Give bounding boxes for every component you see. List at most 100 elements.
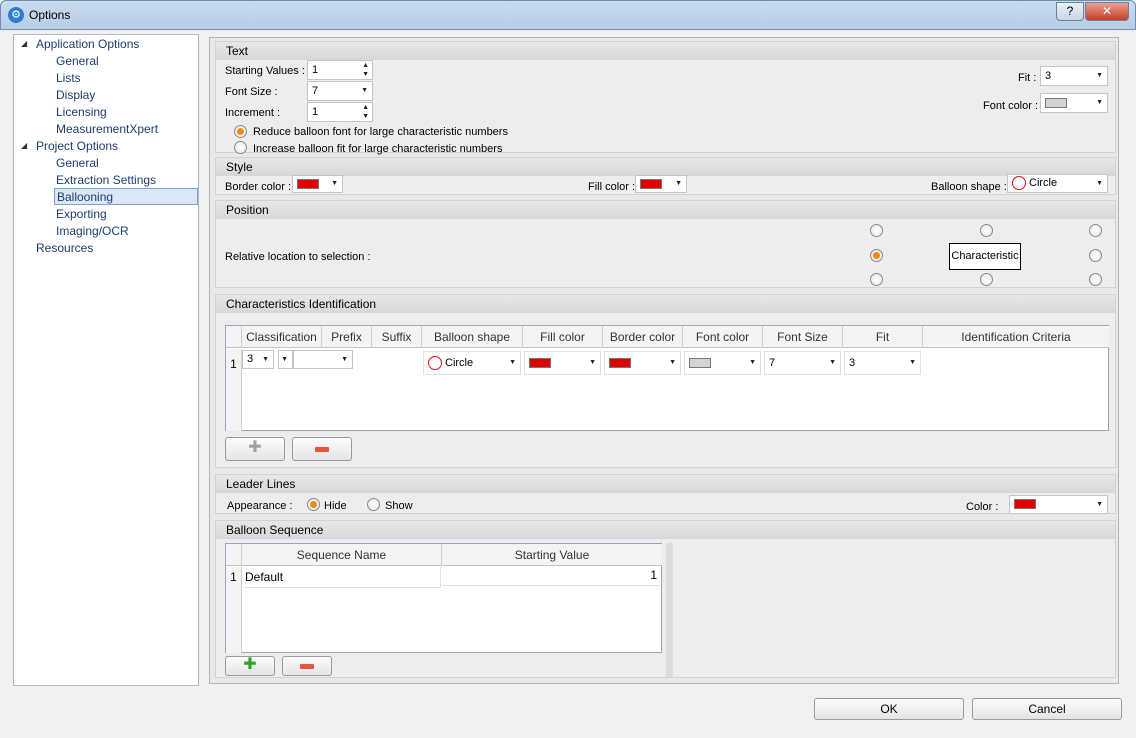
tree-item-licensing[interactable]: Licensing [56, 104, 107, 121]
chevron-down-icon[interactable]: ▼ [331, 176, 338, 192]
chevron-down-icon[interactable]: ▼ [909, 352, 916, 374]
chevron-down-icon[interactable]: ▼ [361, 82, 368, 100]
tree-item-measurementxpert[interactable]: MeasurementXpert [56, 121, 158, 138]
minus-icon [300, 664, 314, 670]
column-header-starting-value[interactable]: Starting Value [442, 544, 662, 566]
row-border-color-picker[interactable]: ▼ [604, 351, 681, 375]
tree-item-extraction-settings[interactable]: Extraction Settings [56, 172, 156, 189]
column-header-sequence-name[interactable]: Sequence Name [242, 544, 442, 566]
add-classification-button[interactable]: ✚ [225, 437, 285, 461]
starting-values-spinner[interactable]: 1 ▲ ▼ [307, 60, 373, 80]
chevron-down-icon[interactable]: ▼ [1096, 67, 1103, 85]
row-font-color-picker[interactable]: ▼ [684, 351, 761, 375]
position-top-right-radio[interactable] [1089, 224, 1102, 237]
spin-arrows-icon[interactable]: ▲ ▼ [362, 61, 369, 79]
prefix-dropdown[interactable]: ▼ [293, 350, 353, 369]
position-right-radio[interactable] [1089, 249, 1102, 262]
row-number: 1 [226, 567, 242, 653]
row-fit-dropdown[interactable]: 3 ▼ [844, 351, 921, 375]
position-left-radio[interactable] [870, 249, 883, 262]
remove-sequence-button[interactable] [282, 656, 332, 676]
chevron-down-icon[interactable]: ▼ [1096, 175, 1103, 192]
sequence-name-cell[interactable]: Default [245, 567, 441, 588]
fit-dropdown[interactable]: 3 ▼ [1040, 66, 1108, 86]
ok-button[interactable]: OK [814, 698, 964, 720]
chevron-down-icon[interactable]: ▼ [829, 352, 836, 374]
remove-classification-button[interactable] [292, 437, 352, 461]
row-header-corner [226, 544, 242, 566]
column-header-font-size[interactable]: Font Size [763, 326, 843, 348]
leader-show-label: Show [385, 500, 413, 512]
column-header-suffix[interactable]: Suffix [372, 326, 422, 348]
increase-fit-radio[interactable] [234, 141, 247, 154]
help-button[interactable]: ? [1056, 2, 1084, 21]
increment-spinner[interactable]: 1 ▲ ▼ [307, 102, 373, 122]
fill-color-picker[interactable]: ▼ [635, 175, 687, 193]
tree-item-project-options[interactable]: Project Options [36, 138, 118, 155]
column-header-font-color[interactable]: Font color [683, 326, 763, 348]
position-bottom-radio[interactable] [980, 273, 993, 286]
chevron-down-icon[interactable]: ▼ [341, 351, 348, 369]
chevron-down-icon[interactable]: ▼ [749, 352, 756, 374]
leader-hide-radio[interactable] [307, 498, 320, 511]
chevron-down-icon[interactable]: ▼ [589, 352, 596, 374]
column-header-prefix[interactable]: Prefix [322, 326, 372, 348]
starting-value-cell[interactable]: 1 [442, 565, 660, 586]
color-swatch [529, 358, 551, 369]
column-header-border-color[interactable]: Border color [603, 326, 683, 348]
leader-color-picker[interactable]: ▼ [1009, 495, 1108, 514]
close-button[interactable]: ✕ [1085, 2, 1129, 21]
column-header-fill-color[interactable]: Fill color [523, 326, 603, 348]
add-sequence-button[interactable]: ✚ [225, 656, 275, 676]
tree-item-imaging-ocr[interactable]: Imaging/OCR [56, 223, 129, 240]
cancel-button[interactable]: Cancel [972, 698, 1122, 720]
position-bottom-left-radio[interactable] [870, 273, 883, 286]
tree-item-ballooning[interactable]: Ballooning [54, 188, 198, 205]
border-color-picker[interactable]: ▼ [292, 175, 343, 193]
starting-values-value: 1 [312, 64, 319, 76]
row-fill-color-picker[interactable]: ▼ [524, 351, 601, 375]
scrollbar[interactable] [666, 543, 673, 677]
font-size-dropdown[interactable]: 7 ▼ [307, 81, 373, 101]
section-header: Leader Lines [216, 475, 1115, 493]
chevron-down-icon[interactable]: ▼ [509, 352, 516, 374]
tree-item-resources[interactable]: Resources [36, 240, 93, 257]
leader-show-radio[interactable] [367, 498, 380, 511]
column-header-balloon-shape[interactable]: Balloon shape [422, 326, 523, 348]
chevron-down-icon[interactable]: ▼ [669, 352, 676, 374]
expand-arrow-icon[interactable]: ◢ [21, 141, 27, 150]
tree-item-exporting[interactable]: Exporting [56, 206, 107, 223]
classification-dropdown[interactable]: 3 ▼ [242, 350, 274, 369]
tree-item-project-general[interactable]: General [56, 155, 99, 172]
balloon-shape-label: Balloon shape : [931, 181, 1007, 193]
row-balloon-shape-value: Circle [445, 357, 474, 369]
position-top-radio[interactable] [980, 224, 993, 237]
reduce-font-radio[interactable] [234, 125, 247, 138]
chevron-down-icon[interactable]: ▼ [1096, 496, 1103, 513]
section-header: Balloon Sequence [216, 521, 1115, 539]
expand-arrow-icon[interactable]: ◢ [21, 39, 27, 48]
tree-item-application-options[interactable]: Application Options [36, 36, 139, 53]
tree-item-display[interactable]: Display [56, 87, 95, 104]
column-header-fit[interactable]: Fit [843, 326, 923, 348]
font-color-picker[interactable]: ▼ [1040, 93, 1108, 113]
classification-sub-dropdown[interactable]: ▼ [278, 350, 293, 369]
chevron-down-icon[interactable]: ▼ [675, 176, 682, 192]
chevron-down-icon[interactable]: ▼ [281, 351, 288, 369]
tree-item-lists[interactable]: Lists [56, 70, 81, 87]
column-header-identification-criteria[interactable]: Identification Criteria [923, 326, 1109, 348]
row-balloon-shape-dropdown[interactable]: Circle ▼ [423, 351, 521, 375]
position-top-left-radio[interactable] [870, 224, 883, 237]
tree-item-general[interactable]: General [56, 53, 99, 70]
leader-lines-section: Leader Lines Appearance : Hide Show Colo… [215, 474, 1116, 514]
balloon-shape-dropdown[interactable]: Circle ▼ [1007, 174, 1108, 193]
row-font-size-dropdown[interactable]: 7 ▼ [764, 351, 841, 375]
spin-arrows-icon[interactable]: ▲ ▼ [362, 103, 369, 121]
chevron-down-icon[interactable]: ▼ [1096, 94, 1103, 112]
column-header-classification[interactable]: Classification [242, 326, 322, 348]
characteristics-identification-section: Characteristics Identification Classific… [215, 294, 1116, 468]
plus-icon: ✚ [243, 656, 257, 673]
chevron-down-icon[interactable]: ▼ [262, 351, 269, 368]
position-bottom-right-radio[interactable] [1089, 273, 1102, 286]
circle-shape-icon [1012, 176, 1026, 191]
